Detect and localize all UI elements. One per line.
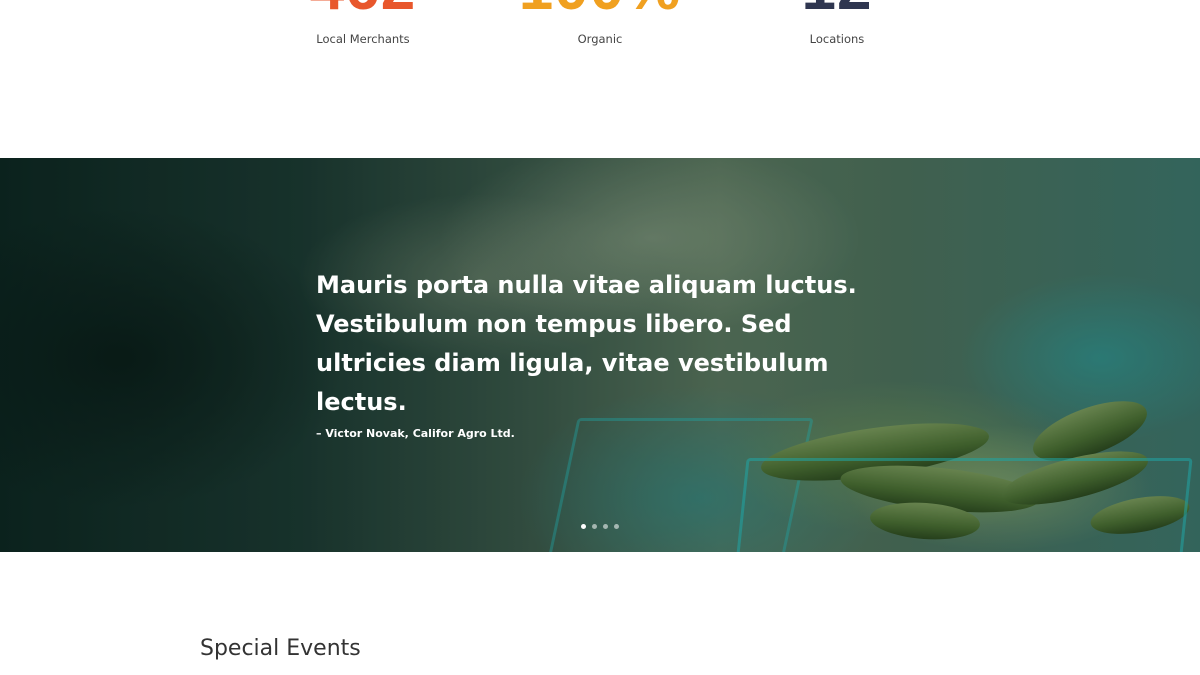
slider-dot-3[interactable] xyxy=(603,524,608,529)
stat-label: Locations xyxy=(809,32,865,46)
testimonial-author: – Victor Novak, Califor Agro Ltd. xyxy=(316,427,515,440)
testimonial-slider: Mauris porta nulla vitae aliquam luctus.… xyxy=(0,158,1200,552)
slider-dot-1[interactable] xyxy=(581,524,586,529)
slider-dot-4[interactable] xyxy=(614,524,619,529)
stat-number: 100% xyxy=(480,0,720,20)
page: 462 Local Merchants 100% Organic 12 Loca… xyxy=(0,0,1200,675)
stats-row: 462 Local Merchants 100% Organic 12 Loca… xyxy=(0,0,1200,60)
stat-label: Local Merchants xyxy=(316,32,410,46)
testimonial-quote: Mauris porta nulla vitae aliquam luctus.… xyxy=(316,271,857,416)
section-title-special-events: Special Events xyxy=(200,636,361,661)
slider-pagination xyxy=(581,524,619,530)
stat-number: 462 xyxy=(243,0,483,20)
stat-label: Organic xyxy=(577,32,623,46)
stat-number: 12 xyxy=(717,0,957,20)
slider-dot-2[interactable] xyxy=(592,524,597,529)
